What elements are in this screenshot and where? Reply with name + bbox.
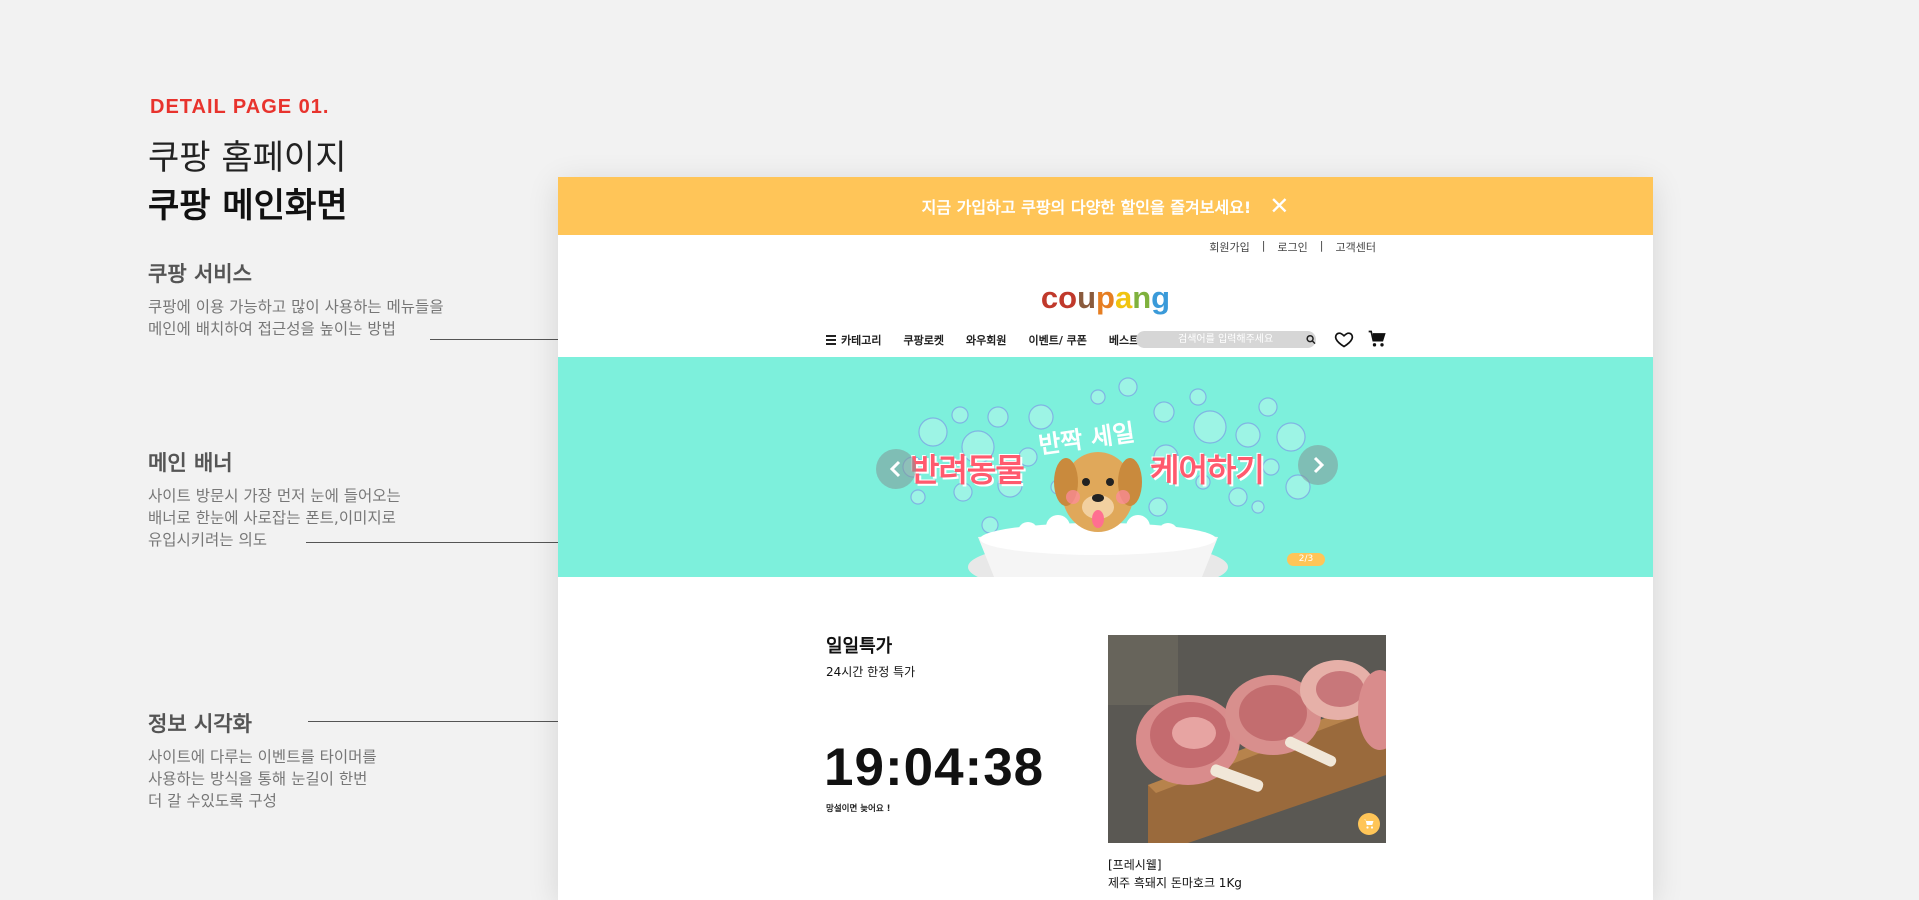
page-title: 쿠팡 홈페이지 [148, 138, 347, 178]
nav-label: 쿠팡로켓 [903, 334, 944, 347]
logo-letter: p [1096, 280, 1115, 315]
logo-letter: o [1058, 280, 1078, 315]
banner-prev-button[interactable] [876, 449, 916, 489]
chevron-left-icon [889, 460, 901, 478]
annotation-title: 메인 배너 [148, 451, 233, 475]
nav-item-best[interactable]: 베스트 [1109, 332, 1139, 348]
banner-headline-left: 반려동물 [910, 451, 1025, 489]
annotation-line: 사이트 방문시 가장 먼저 눈에 들어오는 [148, 487, 401, 505]
nav-label: 베스트 [1108, 334, 1140, 347]
logo-letter: g [1151, 280, 1171, 315]
annotation-title: 쿠팡 서비스 [148, 262, 252, 286]
nav-item-event-coupon[interactable]: 이벤트/ 쿠폰 [1028, 332, 1086, 348]
top-links: 회원가입 | 로그인 | 고객센터 [1197, 239, 1388, 255]
countdown-timer: 19:04:38 [824, 738, 1045, 797]
nav-item-wow[interactable]: 와우회원 [966, 332, 1006, 348]
coupang-logo[interactable]: coupang [558, 280, 1653, 316]
detail-page-label: DETAIL PAGE 01. [150, 96, 330, 118]
annotation-visualization: 정보 시각화 사이트에 다루는 이벤트를 타이머를 사용하는 방식을 통해 눈길… [148, 708, 377, 812]
annotation-line: 메인에 배치하여 접근성을 높이는 방법 [148, 320, 396, 338]
website-screen: 지금 가입하고 쿠팡의 다양한 할인을 즐겨보세요! ✕ 회원가입 | 로그인 … [558, 177, 1653, 900]
close-icon[interactable]: ✕ [1269, 194, 1289, 218]
logo-wordmark: coupang [1041, 280, 1170, 315]
annotation-description: 쿠팡에 이용 가능하고 많이 사용하는 메뉴들을 메인에 배치하여 접근성을 높… [148, 296, 444, 340]
heart-icon[interactable] [1334, 329, 1354, 349]
annotation-line: 배너로 한눈에 사로잡는 폰트,이미지로 [148, 509, 396, 527]
logo-letter: c [1040, 280, 1059, 315]
logo-letter: u [1077, 280, 1097, 315]
nav-label: 카테고리 [841, 334, 882, 347]
annotation-line: 쿠팡에 이용 가능하고 많이 사용하는 메뉴들을 [148, 298, 444, 316]
annotation-line: 사이트에 다루는 이벤트를 타이머를 [148, 748, 377, 766]
banner-headline-right: 케어하기 [1150, 451, 1265, 489]
nav-item-category[interactable]: 카테고리 [826, 332, 881, 348]
search-icon[interactable] [1306, 334, 1316, 345]
banner-pagination: 2/3 [1287, 553, 1325, 566]
bubbles-illustration [902, 377, 1311, 577]
cart-icon [1364, 819, 1374, 829]
deal-title: 일일특가 [826, 636, 893, 657]
annotation-description: 사이트에 다루는 이벤트를 타이머를 사용하는 방식을 통해 눈길이 한번 더 … [148, 746, 377, 812]
customer-center-link[interactable]: 고객센터 [1324, 239, 1388, 255]
promo-text: 지금 가입하고 쿠팡의 다양한 할인을 즐겨보세요! [921, 198, 1252, 217]
annotation-line: 사용하는 방식을 통해 눈길이 한번 [148, 770, 368, 788]
cart-icon[interactable] [1367, 329, 1387, 349]
product-name[interactable]: 제주 흑돼지 돈마호크 1Kg [1108, 874, 1242, 891]
add-to-cart-button[interactable] [1358, 813, 1380, 835]
annotation-banner: 메인 배너 사이트 방문시 가장 먼저 눈에 들어오는 배너로 한눈에 사로잡는… [148, 447, 401, 551]
annotation-service: 쿠팡 서비스 쿠팡에 이용 가능하고 많이 사용하는 메뉴들을 메인에 배치하여… [148, 258, 444, 340]
logo-letter: a [1114, 280, 1133, 315]
annotation-line: 유입시키려는 의도 [148, 531, 268, 549]
logo-letter: n [1132, 280, 1152, 315]
deal-subtitle: 24시간 한정 특가 [826, 665, 916, 679]
menu-icon [826, 333, 836, 347]
banner-next-button[interactable] [1298, 445, 1338, 485]
pork-tomahawk-image [1108, 635, 1386, 843]
nav-label: 와우회원 [965, 334, 1007, 347]
annotation-line: 더 갈 수있도록 구성 [148, 792, 277, 810]
chevron-right-icon [1313, 456, 1325, 474]
main-banner[interactable]: 반려동물 케어하기 반짝 세일 [558, 357, 1653, 577]
product-brand: [프레시웰] [1108, 858, 1162, 872]
product-image[interactable] [1108, 635, 1386, 843]
promo-bar: 지금 가입하고 쿠팡의 다양한 할인을 즐겨보세요! ✕ [558, 177, 1653, 235]
nav-item-rocket[interactable]: 쿠팡로켓 [903, 332, 943, 348]
signup-link[interactable]: 회원가입 [1197, 239, 1261, 255]
annotation-title: 정보 시각화 [148, 712, 252, 736]
page-subtitle: 쿠팡 메인화면 [148, 186, 348, 226]
search-input[interactable] [1136, 333, 1311, 346]
login-link[interactable]: 로그인 [1265, 239, 1319, 255]
timer-note: 망설이면 늦어요 ! [826, 804, 891, 814]
search-bar [1136, 331, 1316, 348]
nav-label: 이벤트/ 쿠폰 [1028, 334, 1087, 347]
